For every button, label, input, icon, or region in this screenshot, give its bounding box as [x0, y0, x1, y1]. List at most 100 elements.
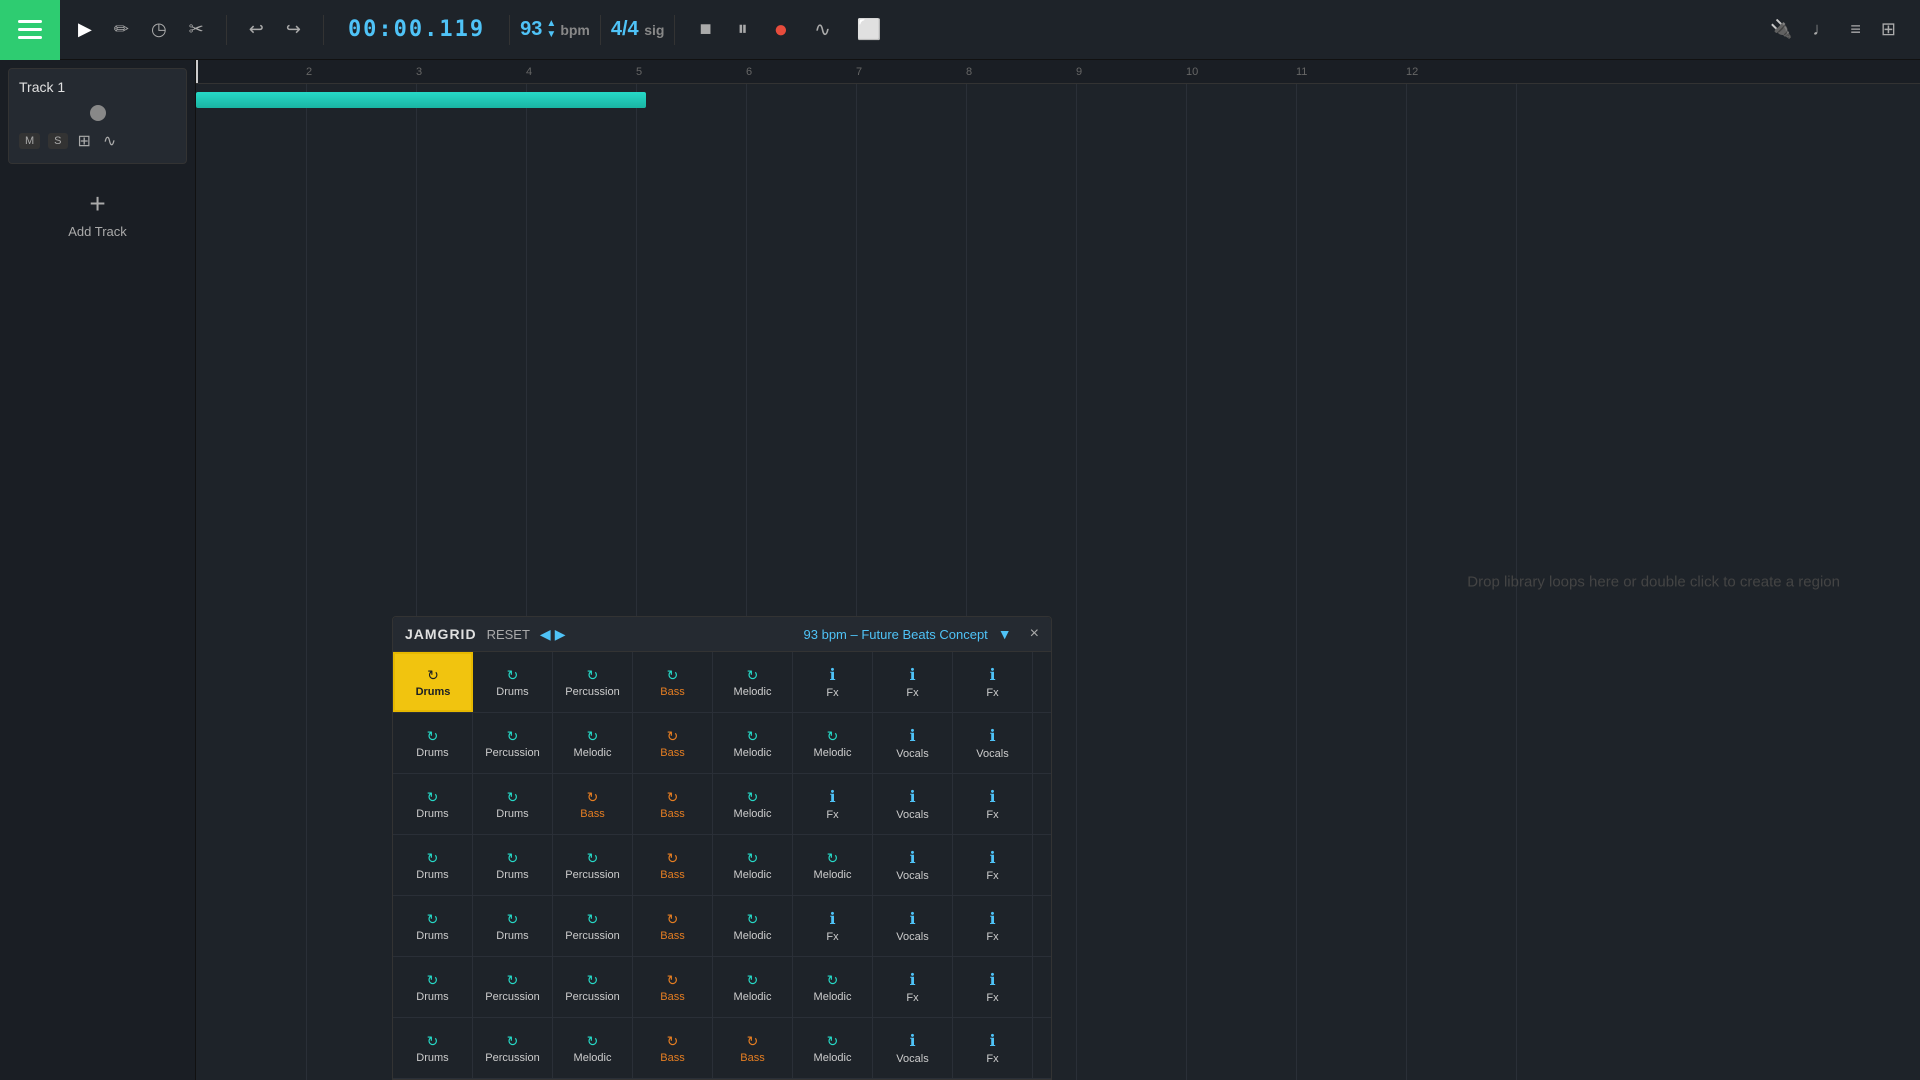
grid-cell-r4c0[interactable]: ↻Drums — [393, 896, 473, 956]
grid-cell-r0c4[interactable]: ↻Melodic — [713, 652, 793, 712]
grid-area[interactable]: Drop library loops here or double click … — [196, 84, 1920, 1080]
grid-button[interactable]: ⊞ — [1873, 13, 1904, 46]
record-button[interactable]: ● — [764, 10, 799, 50]
select-tool[interactable]: ▶ — [70, 13, 100, 46]
grid-cell-r0c2[interactable]: ↻Percussion — [553, 652, 633, 712]
grid-cell-r0c0[interactable]: ↻Drums — [393, 652, 473, 712]
loop-tool[interactable]: ◷ — [143, 13, 175, 46]
grid-cell-r1c6[interactable]: ℹVocals — [873, 713, 953, 773]
cell-label-r1c5: Melodic — [814, 747, 852, 759]
bpm-arrows[interactable]: ▲ ▼ — [546, 19, 556, 40]
mute-button[interactable]: M — [19, 133, 40, 149]
grid-cell-r3c5[interactable]: ↻Melodic — [793, 835, 873, 895]
jamgrid-close-button[interactable]: × — [1030, 625, 1039, 643]
grid-cell-r1c5[interactable]: ↻Melodic — [793, 713, 873, 773]
cell-label-r4c3: Bass — [660, 930, 684, 942]
grid-cell-r1c4[interactable]: ↻Melodic — [713, 713, 793, 773]
divider-3 — [509, 15, 510, 45]
grid-cell-r0c1[interactable]: ↻Drums — [473, 652, 553, 712]
scissors-tool[interactable]: ✂ — [181, 13, 212, 46]
grid-cell-r2c3[interactable]: ↻Bass — [633, 774, 713, 834]
cell-icon-r0c0: ↻ — [427, 667, 439, 684]
grid-cell-r4c3[interactable]: ↻Bass — [633, 896, 713, 956]
grid-cell-r3c2[interactable]: ↻Percussion — [553, 835, 633, 895]
grid-cell-r2c7[interactable]: ℹFx — [953, 774, 1033, 834]
loop-button[interactable]: ⬜ — [847, 11, 892, 48]
pause-button[interactable]: ⏸ — [728, 12, 758, 47]
undo-button[interactable]: ↩ — [241, 13, 272, 46]
pencil-tool[interactable]: ✏ — [106, 13, 137, 46]
grid-cell-r3c3[interactable]: ↻Bass — [633, 835, 713, 895]
grid-cell-r1c7[interactable]: ℹVocals — [953, 713, 1033, 773]
stop-button[interactable]: ■ — [689, 12, 721, 47]
plugin-button[interactable]: 🔌 — [1762, 13, 1800, 46]
grid-cell-r0c7[interactable]: ℹFx — [953, 652, 1033, 712]
grid-cell-r6c2[interactable]: ↻Melodic — [553, 1018, 633, 1078]
grid-cell-r4c2[interactable]: ↻Percussion — [553, 896, 633, 956]
grid-cell-r6c5[interactable]: ↻Melodic — [793, 1018, 873, 1078]
grid-cell-r6c6[interactable]: ℹVocals — [873, 1018, 953, 1078]
grid-cell-r5c6[interactable]: ℹFx — [873, 957, 953, 1017]
grid-cell-r3c6[interactable]: ℹVocals — [873, 835, 953, 895]
grid-cell-r2c1[interactable]: ↻Drums — [473, 774, 553, 834]
grid-cell-r0c6[interactable]: ℹFx — [873, 652, 953, 712]
grid-cell-r1c2[interactable]: ↻Melodic — [553, 713, 633, 773]
jamgrid-dropdown[interactable]: ▼ — [998, 626, 1012, 642]
clip-block[interactable] — [196, 92, 646, 108]
grid-cell-r0c3[interactable]: ↻Bass — [633, 652, 713, 712]
grid-cell-r2c2[interactable]: ↻Bass — [553, 774, 633, 834]
grid-cell-r5c1[interactable]: ↻Percussion — [473, 957, 553, 1017]
grid-cell-r5c2[interactable]: ↻Percussion — [553, 957, 633, 1017]
grid-cell-r1c1[interactable]: ↻Percussion — [473, 713, 553, 773]
add-track-button[interactable]: + Add Track — [0, 172, 195, 255]
cell-icon-r3c7: ℹ — [989, 848, 995, 868]
grid-cell-r6c3[interactable]: ↻Bass — [633, 1018, 713, 1078]
grid-cell-r4c1[interactable]: ↻Drums — [473, 896, 553, 956]
mixer-button[interactable]: ≡ — [1842, 13, 1869, 46]
grid-cell-r5c0[interactable]: ↻Drums — [393, 957, 473, 1017]
grid-cell-r6c0[interactable]: ↻Drums — [393, 1018, 473, 1078]
cell-icon-r5c0: ↻ — [427, 972, 439, 989]
grid-cell-r3c4[interactable]: ↻Melodic — [713, 835, 793, 895]
grid-cell-r4c6[interactable]: ℹVocals — [873, 896, 953, 956]
grid-cell-r2c6[interactable]: ℹVocals — [873, 774, 953, 834]
grid-cell-r6c7[interactable]: ℹFx — [953, 1018, 1033, 1078]
grid-cell-r6c1[interactable]: ↻Percussion — [473, 1018, 553, 1078]
grid-cell-r2c4[interactable]: ↻Melodic — [713, 774, 793, 834]
grid-cell-r4c5[interactable]: ℹFx — [793, 896, 873, 956]
solo-button[interactable]: S — [48, 133, 67, 149]
grid-cell-r4c7[interactable]: ℹFx — [953, 896, 1033, 956]
bpm-down[interactable]: ▼ — [546, 30, 556, 40]
grid-cell-r0c5[interactable]: ℹFx — [793, 652, 873, 712]
waveform-button[interactable]: ∿ — [804, 11, 841, 48]
redo-button[interactable]: ↪ — [278, 13, 309, 46]
grid-cell-r3c1[interactable]: ↻Drums — [473, 835, 553, 895]
track-volume-knob[interactable] — [90, 105, 106, 121]
cell-label-r6c0: Drums — [416, 1052, 448, 1064]
track-wave-icon[interactable]: ∿ — [101, 129, 118, 153]
grid-cell-r6c4[interactable]: ↻Bass — [713, 1018, 793, 1078]
cell-label-r4c2: Percussion — [565, 930, 619, 942]
grid-cell-r5c3[interactable]: ↻Bass — [633, 957, 713, 1017]
nav-next[interactable]: ▶ — [555, 626, 566, 643]
track-grid-icon[interactable]: ⊞ — [76, 129, 93, 153]
midi-button[interactable]: ♩ — [1804, 13, 1838, 46]
grid-cell-r3c0[interactable]: ↻Drums — [393, 835, 473, 895]
add-track-label: Add Track — [68, 224, 127, 239]
grid-cell-r2c0[interactable]: ↻Drums — [393, 774, 473, 834]
cell-icon-r1c6: ℹ — [909, 726, 915, 746]
nav-prev[interactable]: ◀ — [540, 626, 551, 643]
timeline-area: 23456789101112 Drop library loops here o… — [196, 60, 1920, 1080]
bpm-up[interactable]: ▲ — [546, 19, 556, 29]
grid-cell-r5c4[interactable]: ↻Melodic — [713, 957, 793, 1017]
grid-cell-r1c3[interactable]: ↻Bass — [633, 713, 713, 773]
grid-cell-r1c0[interactable]: ↻Drums — [393, 713, 473, 773]
menu-button[interactable] — [0, 0, 60, 60]
grid-cell-r5c7[interactable]: ℹFx — [953, 957, 1033, 1017]
grid-cell-r4c4[interactable]: ↻Melodic — [713, 896, 793, 956]
bpm-display[interactable]: 93 ▲ ▼ bpm — [514, 18, 596, 41]
jamgrid-reset-button[interactable]: RESET — [487, 627, 530, 642]
grid-cell-r3c7[interactable]: ℹFx — [953, 835, 1033, 895]
grid-cell-r5c5[interactable]: ↻Melodic — [793, 957, 873, 1017]
grid-cell-r2c5[interactable]: ℹFx — [793, 774, 873, 834]
